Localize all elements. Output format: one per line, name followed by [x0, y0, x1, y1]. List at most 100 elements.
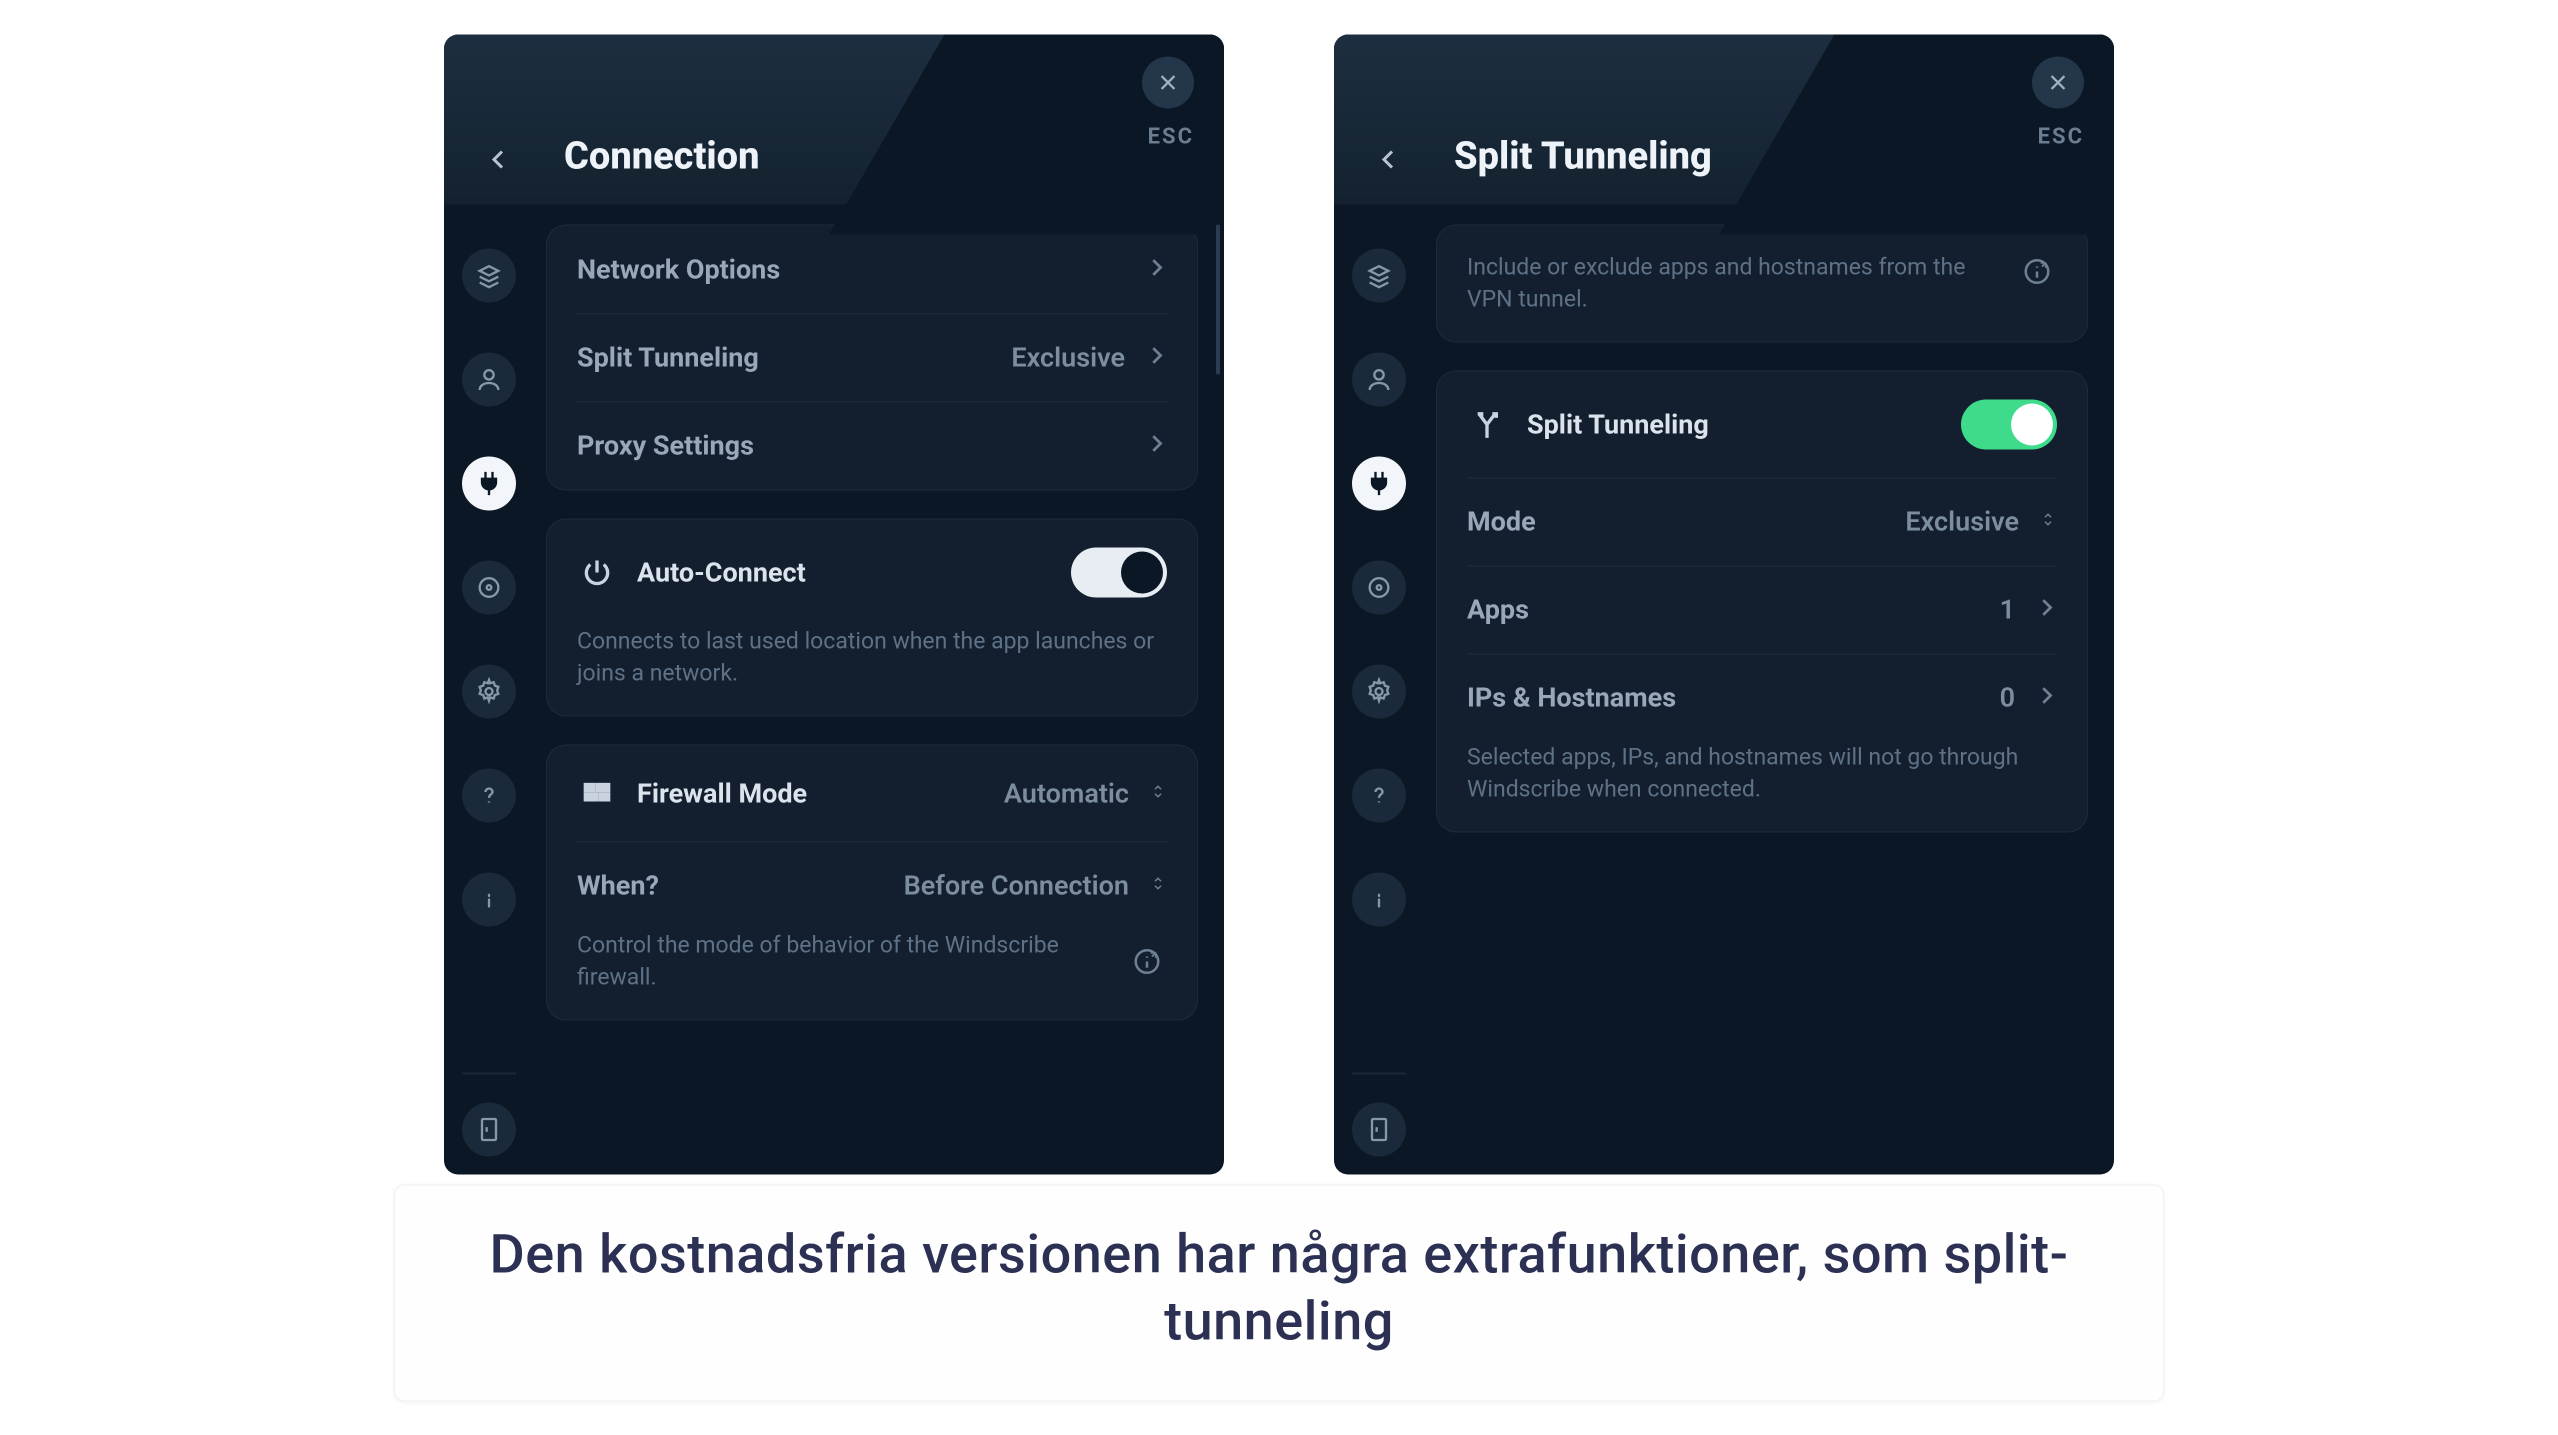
panel-header: ESC Split Tunneling	[1334, 34, 2114, 204]
select-arrows-icon	[1149, 782, 1167, 804]
sidebar-item-about[interactable]	[462, 872, 516, 926]
sidebar-item-help[interactable]	[1352, 768, 1406, 822]
sidebar-item-general[interactable]	[1352, 248, 1406, 302]
plug-icon	[475, 469, 503, 497]
row-label: Network Options	[577, 253, 1125, 285]
chevron-right-icon	[2035, 596, 2057, 622]
row-value: Exclusive	[1011, 341, 1125, 373]
firewall-icon	[577, 773, 617, 813]
intro-description: Include or exclude apps and hostnames fr…	[1437, 225, 2087, 341]
info-link-icon[interactable]	[1127, 942, 1167, 982]
back-button[interactable]	[1364, 134, 1414, 184]
close-button[interactable]	[2032, 56, 2084, 108]
sidebar-item-account[interactable]	[462, 352, 516, 406]
power-icon	[577, 552, 617, 592]
gear-icon	[475, 677, 503, 705]
layers-icon	[1365, 261, 1393, 289]
auto-connect-description: Connects to last used location when the …	[547, 625, 1197, 715]
sidebar-item-settings[interactable]	[1352, 664, 1406, 718]
sidebar-item-connection[interactable]	[462, 456, 516, 510]
question-icon	[475, 781, 503, 809]
sidebar	[444, 204, 534, 1174]
auto-connect-row: Auto-Connect	[547, 519, 1197, 625]
row-value: Before Connection	[904, 869, 1129, 901]
chevron-right-icon	[1145, 256, 1167, 282]
user-icon	[1365, 365, 1393, 393]
row-value: Automatic	[1004, 777, 1129, 809]
description-text: Control the mode of behavior of the Wind…	[577, 929, 1111, 993]
back-button[interactable]	[474, 134, 524, 184]
mode-row[interactable]: Mode Exclusive	[1437, 477, 2087, 565]
split-tunneling-row[interactable]: Split Tunneling Exclusive	[547, 313, 1197, 401]
sidebar-divider	[1352, 1072, 1406, 1074]
row-label: When?	[577, 869, 884, 901]
sidebar	[1334, 204, 1424, 1174]
split-tunneling-toggle-row: Split Tunneling	[1437, 371, 2087, 477]
firewall-mode-row[interactable]: Firewall Mode Automatic	[547, 745, 1197, 841]
row-label: Split Tunneling	[577, 341, 991, 373]
auto-connect-toggle[interactable]	[1071, 547, 1167, 597]
intro-card: Include or exclude apps and hostnames fr…	[1436, 224, 2088, 342]
chevron-right-icon	[2035, 684, 2057, 710]
door-icon	[1365, 1115, 1393, 1143]
caption-text: Den kostnadsfria versionen har några ext…	[394, 1184, 2164, 1401]
sidebar-item-settings[interactable]	[462, 664, 516, 718]
chevron-left-icon	[1377, 147, 1401, 171]
user-icon	[475, 365, 503, 393]
row-label: Firewall Mode	[637, 777, 984, 809]
esc-label: ESC	[2038, 124, 2084, 149]
split-tunneling-card: Split Tunneling Mode Exclusive Apps 1	[1436, 370, 2088, 832]
firewall-description: Control the mode of behavior of the Wind…	[547, 929, 1197, 1019]
chevron-right-icon	[1145, 344, 1167, 370]
gear-icon	[1365, 677, 1393, 705]
sidebar-item-connection[interactable]	[1352, 456, 1406, 510]
sidebar-item-robert[interactable]	[462, 560, 516, 614]
connection-panel: ESC Connection	[444, 34, 1224, 1174]
target-icon	[1365, 573, 1393, 601]
content-area: Include or exclude apps and hostnames fr…	[1424, 204, 2114, 1174]
content-area: Network Options Split Tunneling Exclusiv…	[534, 204, 1224, 1174]
info-icon	[1365, 885, 1393, 913]
info-icon	[475, 885, 503, 913]
ips-hostnames-row[interactable]: IPs & Hostnames 0	[1437, 653, 2087, 741]
auto-connect-card: Auto-Connect Connects to last used locat…	[546, 518, 1198, 716]
sidebar-item-logout[interactable]	[462, 1102, 516, 1156]
network-options-row[interactable]: Network Options	[547, 225, 1197, 313]
firewall-when-row[interactable]: When? Before Connection	[547, 841, 1197, 929]
plug-icon	[1365, 469, 1393, 497]
row-value: Exclusive	[1905, 505, 2019, 537]
row-label: Proxy Settings	[577, 429, 1125, 461]
target-icon	[475, 573, 503, 601]
proxy-settings-row[interactable]: Proxy Settings	[547, 401, 1197, 489]
sidebar-item-logout[interactable]	[1352, 1102, 1406, 1156]
door-icon	[475, 1115, 503, 1143]
question-icon	[1365, 781, 1393, 809]
row-label: Split Tunneling	[1527, 408, 1941, 440]
row-label: Auto-Connect	[637, 556, 1051, 588]
page-title: Connection	[564, 134, 759, 178]
scrollbar[interactable]	[1216, 224, 1220, 374]
close-button[interactable]	[1142, 56, 1194, 108]
split-icon	[1467, 404, 1507, 444]
layers-icon	[475, 261, 503, 289]
row-value: 0	[2000, 681, 2015, 713]
apps-row[interactable]: Apps 1	[1437, 565, 2087, 653]
row-label: IPs & Hostnames	[1467, 681, 1980, 713]
sidebar-item-robert[interactable]	[1352, 560, 1406, 614]
row-label: Mode	[1467, 505, 1885, 537]
description-text: Include or exclude apps and hostnames fr…	[1467, 251, 2001, 315]
connection-options-card: Network Options Split Tunneling Exclusiv…	[546, 224, 1198, 490]
split-tunneling-toggle[interactable]	[1961, 399, 2057, 449]
panel-header: ESC Connection	[444, 34, 1224, 204]
sidebar-item-help[interactable]	[462, 768, 516, 822]
row-value: 1	[2000, 593, 2015, 625]
chevron-right-icon	[1145, 432, 1167, 458]
split-tunneling-panel: ESC Split Tunneling	[1334, 34, 2114, 1174]
sidebar-item-general[interactable]	[462, 248, 516, 302]
firewall-card: Firewall Mode Automatic When? Before Con…	[546, 744, 1198, 1020]
sidebar-item-about[interactable]	[1352, 872, 1406, 926]
select-arrows-icon	[2039, 510, 2057, 532]
info-link-icon[interactable]	[2017, 251, 2057, 291]
close-icon	[2047, 71, 2069, 93]
sidebar-item-account[interactable]	[1352, 352, 1406, 406]
